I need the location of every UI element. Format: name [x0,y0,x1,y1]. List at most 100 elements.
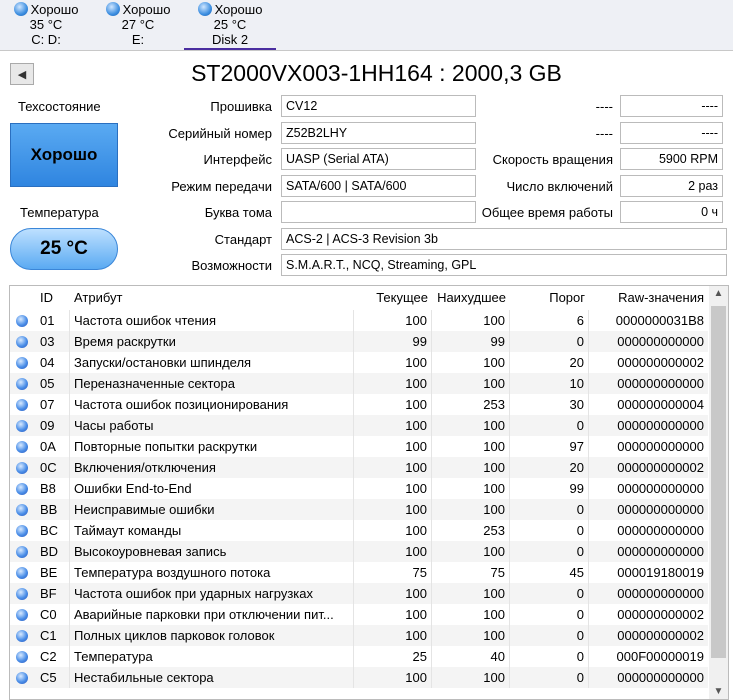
table-row[interactable]: 05 Переназначенные сектора 100 100 10 0000000… [10,373,708,394]
cell: 100 [354,310,432,331]
cell: 04 [34,352,70,373]
table-row[interactable]: BF Частота ошибок при ударных нагрузках 10… [10,583,708,604]
table-row[interactable]: C0 Аварийные парковки при отключении пит.… [10,604,708,625]
cell: Ошибки End-to-End [70,478,354,499]
cell: 0 [510,541,589,562]
cell: Нестабильные сектора [70,667,354,688]
cell: B8 [34,478,70,499]
right-field-value: 0 ч [620,201,723,223]
table-row[interactable]: 04 Запуски/остановки шпинделя 100 100 20 0000… [10,352,708,373]
cell: 100 [354,625,432,646]
cell: 000000000000 [617,418,704,433]
cell: C2 [34,646,70,667]
cell: Температура воздушного потока [70,562,354,583]
field-value: S.M.A.R.T., NCQ, Streaming, GPL [281,254,727,276]
cell: Частота ошибок при ударных нагрузках [70,583,354,604]
status-ball-icon [16,545,28,558]
cell: 03 [34,331,70,352]
table-row[interactable]: 09 Часы работы 100 100 0 000000000000 [10,415,708,436]
tab-drive: C: D: [31,32,61,47]
disk-tab-3[interactable]: Хорошо 25 °C Disk 2 [184,2,276,50]
cell: 253 [432,520,510,541]
cell: 000000000000 [617,586,704,601]
status-ball-icon [16,566,28,579]
cell: 05 [34,373,70,394]
status-ball-icon [16,419,28,432]
col-threshold[interactable]: Порог [510,287,589,308]
cell: 0 [510,415,589,436]
table-row[interactable]: 0A Повторные попытки раскрутки 100 100 97 000… [10,436,708,457]
cell: 000000000000 [617,376,704,391]
cell: 100 [354,583,432,604]
table-row[interactable]: BD Высокоуровневая запись 100 100 0 000000000… [10,541,708,562]
cell: BD [34,541,70,562]
status-ball-icon [16,503,28,516]
table-row[interactable]: 07 Частота ошибок позиционирования 100 253 3… [10,394,708,415]
cell: 75 [432,562,510,583]
scroll-up-icon[interactable]: ▲ [709,288,728,299]
cell: 100 [432,625,510,646]
right-field-value: 5900 RPM [620,148,723,170]
cell: 99 [432,331,510,352]
cell: 0 [510,499,589,520]
cell: 000000000004 [617,397,704,412]
col-raw[interactable]: Raw-значения [589,287,708,308]
cell: 30 [510,394,589,415]
status-icon [197,2,212,16]
right-field-label: Общее время работы [481,205,613,220]
cell: 10 [510,373,589,394]
cell: 100 [354,499,432,520]
table-row[interactable]: C2 Температура 25 40 0 000F00000019 [10,646,708,667]
field-value: UASP (Serial ATA) [281,148,476,170]
cell: 99 [510,478,589,499]
cell: 0 [510,646,589,667]
col-current[interactable]: Текущее [354,287,432,308]
table-header: ID Атрибут Текущее Наихудшее Порог Raw-з… [10,287,708,308]
table-row[interactable]: 03 Время раскрутки 99 99 0 000000000000 [10,331,708,352]
table-row[interactable]: B8 Ошибки End-to-End 100 100 99 000000000000 [10,478,708,499]
cell: 100 [354,373,432,394]
table-row[interactable]: 0C Включения/отключения 100 100 20 0000000000… [10,457,708,478]
cell: 100 [354,541,432,562]
cell: 000000000002 [617,355,704,370]
scroll-down-icon[interactable]: ▼ [709,686,728,697]
table-row[interactable]: C1 Полных циклов парковок головок 100 100 0 0… [10,625,708,646]
disk-tab-1[interactable]: Хорошо 35 °C C: D: [0,2,92,47]
cell: 000000000000 [617,544,704,559]
cell: 100 [432,541,510,562]
col-attribute[interactable]: Атрибут [70,287,354,308]
cell: 75 [354,562,432,583]
cell: 100 [432,373,510,394]
cell: 000000000000 [617,502,704,517]
cell: 0A [34,436,70,457]
table-row[interactable]: BC Таймаут команды 100 253 0 000000000000 [10,520,708,541]
col-worst[interactable]: Наихудшее [432,287,510,308]
field-label: Буква тома [204,205,272,220]
table-row[interactable]: C5 Нестабильные сектора 100 100 0 00000000000… [10,667,708,688]
cell: 0 [510,604,589,625]
status-ball-icon [16,461,28,474]
status-ball-icon [16,398,28,411]
cell: C0 [34,604,70,625]
scrollbar[interactable]: ▲ ▼ [709,286,728,699]
table-row[interactable]: BE Температура воздушного потока 75 75 45 000… [10,562,708,583]
cell: 000019180019 [617,565,704,580]
table-row[interactable]: BB Неисправимые ошибки 100 100 0 000000000000 [10,499,708,520]
cell: Частота ошибок позиционирования [70,394,354,415]
tab-temp: 27 °C [121,17,155,32]
status-ball-icon [16,671,28,684]
cell: 100 [354,667,432,688]
tab-status: Хорошо [214,2,263,17]
col-id[interactable]: ID [34,287,70,308]
cell: 100 [354,436,432,457]
tab-drive: Disk 2 [211,32,249,47]
scrollbar-thumb[interactable] [711,306,726,658]
cell: Часы работы [70,415,354,436]
field-label: Серийный номер [168,125,272,141]
disk-tab-2[interactable]: Хорошо 27 °C E: [92,2,184,47]
cell: BE [34,562,70,583]
cell: 0 [510,625,589,646]
table-row[interactable]: 01 Частота ошибок чтения 100 100 6 0000000031… [10,310,708,331]
cell: Аварийные парковки при отключении пит... [70,604,354,625]
cell: 000000000000 [617,334,704,349]
